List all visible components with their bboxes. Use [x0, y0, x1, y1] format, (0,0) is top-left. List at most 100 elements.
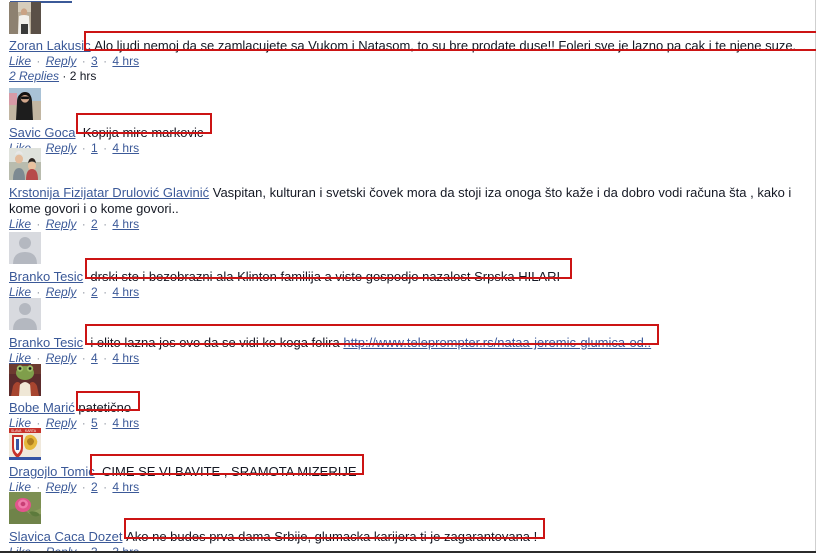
- comment-line: Savic Goca Kopija mire markovic: [9, 125, 816, 141]
- avatar[interactable]: [9, 88, 41, 120]
- author-name[interactable]: Zoran Lakusic: [9, 38, 91, 53]
- timestamp[interactable]: 4 hrs: [112, 416, 139, 430]
- comment-body: Branko Tesic i elito lazna jos ovo da se…: [9, 335, 816, 366]
- comment-text: Kopija mire markovic: [82, 125, 204, 140]
- comment-line: Branko Tesic i elito lazna jos ovo da se…: [9, 335, 816, 351]
- like-button[interactable]: Like: [9, 54, 31, 68]
- comment-text: Ako ne budes prva dama Srbije, glumacka …: [126, 529, 538, 544]
- svg-text:KARTA: KARTA: [25, 429, 37, 433]
- separator: ·: [99, 480, 111, 494]
- reply-button[interactable]: Reply: [46, 480, 77, 494]
- avatar[interactable]: [9, 232, 41, 264]
- reply-button[interactable]: Reply: [46, 54, 77, 68]
- separator: ·: [78, 217, 90, 231]
- separator: ·: [78, 141, 90, 155]
- reply-button[interactable]: Reply: [46, 285, 77, 299]
- photo-coat-of-arms-icon: SLAVA KARTA: [9, 428, 41, 460]
- photo-couple-outdoors-icon: [9, 148, 41, 180]
- comment-actions: Like · Reply · 2 · 4 hrs: [9, 480, 816, 495]
- photo-woman-sunglasses-icon: [9, 88, 41, 120]
- like-button[interactable]: Like: [9, 351, 31, 365]
- like-count[interactable]: 4: [91, 351, 98, 365]
- replies-link[interactable]: 2 Replies: [9, 69, 59, 83]
- author-name[interactable]: Dragojlo Tomic: [9, 464, 95, 479]
- like-button[interactable]: Like: [9, 217, 31, 231]
- separator: ·: [59, 69, 70, 83]
- reply-button[interactable]: Reply: [46, 351, 77, 365]
- like-count[interactable]: 2: [91, 285, 98, 299]
- timestamp[interactable]: 4 hrs: [112, 54, 139, 68]
- author-name[interactable]: Branko Tesic: [9, 335, 83, 350]
- photo-pink-flower-icon: [9, 492, 41, 524]
- separator: ·: [99, 217, 111, 231]
- like-count[interactable]: 5: [91, 416, 98, 430]
- timestamp[interactable]: 4 hrs: [112, 480, 139, 494]
- comment-body: Zoran Lakusic Alo ljudi nemoj da se zaml…: [9, 38, 816, 84]
- comment-body: Bobe Marić patetično Like · Reply · 5 · …: [9, 400, 816, 431]
- comment-actions: Like · Reply · 4 · 4 hrs: [9, 351, 816, 366]
- author-name[interactable]: Krstonija Fizijatar Drulović Glavinić: [9, 185, 209, 200]
- comment-body: Slavica Caca Dozet Ako ne budes prva dam…: [9, 529, 816, 553]
- separator: ·: [99, 285, 111, 299]
- comment-line: Slavica Caca Dozet Ako ne budes prva dam…: [9, 529, 816, 545]
- avatar[interactable]: [9, 364, 41, 396]
- avatar[interactable]: SLAVA KARTA: [9, 428, 41, 460]
- comment-line: Bobe Marić patetično: [9, 400, 816, 416]
- comment-line: Zoran Lakusic Alo ljudi nemoj da se zaml…: [9, 38, 816, 54]
- separator: ·: [78, 54, 90, 68]
- author-name[interactable]: Slavica Caca Dozet: [9, 529, 122, 544]
- separator: ·: [33, 351, 44, 365]
- separator: ·: [33, 217, 44, 231]
- comment-text: i elito lazna jos ovo da se vidi ko koga…: [90, 335, 652, 350]
- separator: ·: [99, 54, 111, 68]
- like-count[interactable]: 1: [91, 141, 98, 155]
- author-name[interactable]: Bobe Marić: [9, 400, 75, 415]
- timestamp[interactable]: 4 hrs: [112, 141, 139, 155]
- comments-page: Zoran Lakusic Alo ljudi nemoj da se zaml…: [0, 0, 816, 553]
- separator: ·: [78, 416, 90, 430]
- comment-body: Savic Goca Kopija mire markovic Like · R…: [9, 125, 816, 156]
- comment-text: patetično: [78, 400, 132, 415]
- replies-timestamp[interactable]: 2 hrs: [70, 69, 97, 83]
- like-count[interactable]: 2: [91, 480, 98, 494]
- svg-text:SLAVA: SLAVA: [11, 429, 22, 433]
- replies-row: 2 Replies · 2 hrs: [9, 69, 816, 84]
- avatar[interactable]: [9, 298, 41, 330]
- comment-line: Krstonija Fizijatar Drulović Glavinić Va…: [9, 185, 815, 217]
- comment-url-link[interactable]: http://www.teleprompter.rs/nataa-jeremic…: [343, 335, 651, 350]
- default-silhouette-icon: [9, 232, 41, 264]
- photo-man-standing-icon: [9, 2, 41, 34]
- avatar[interactable]: [9, 492, 41, 524]
- timestamp[interactable]: 4 hrs: [112, 351, 139, 365]
- avatar[interactable]: [9, 2, 41, 34]
- author-name[interactable]: Branko Tesic: [9, 269, 83, 284]
- separator: ·: [99, 416, 111, 430]
- timestamp[interactable]: 4 hrs: [112, 285, 139, 299]
- comment-body: Krstonija Fizijatar Drulović Glavinić Va…: [9, 185, 815, 232]
- like-button[interactable]: Like: [9, 285, 31, 299]
- like-count[interactable]: 2: [91, 217, 98, 231]
- separator: ·: [33, 54, 44, 68]
- avatar[interactable]: [9, 148, 41, 180]
- reply-button[interactable]: Reply: [46, 141, 77, 155]
- reply-button[interactable]: Reply: [46, 416, 77, 430]
- comment-text: CIME SE VI BAVITE , SRAMOTA MIZERIJE: [101, 464, 357, 479]
- photo-frog-cartoon-icon: [9, 364, 41, 396]
- comment-body: Branko Tesic drski ste i bezobrazni ala …: [9, 269, 816, 300]
- default-silhouette-icon: [9, 298, 41, 330]
- timestamp[interactable]: 4 hrs: [112, 217, 139, 231]
- comment-actions: Like · Reply · 1 · 4 hrs: [9, 141, 816, 156]
- comment-body: Dragojlo Tomic CIME SE VI BAVITE , SRAMO…: [9, 464, 816, 495]
- reply-button[interactable]: Reply: [46, 217, 77, 231]
- separator: ·: [33, 285, 44, 299]
- separator: ·: [99, 141, 111, 155]
- comment-actions: Like · Reply · 5 · 4 hrs: [9, 416, 816, 431]
- comment-actions: Like · Reply · 3 · 4 hrs: [9, 54, 816, 69]
- comment-text: drski ste i bezobrazni ala Klinton famil…: [90, 269, 561, 284]
- author-name[interactable]: Savic Goca: [9, 125, 75, 140]
- comment-actions: Like · Reply · 2 · 4 hrs: [9, 285, 816, 300]
- comment-line: Dragojlo Tomic CIME SE VI BAVITE , SRAMO…: [9, 464, 816, 480]
- comment-line: Branko Tesic drski ste i bezobrazni ala …: [9, 269, 816, 285]
- like-count[interactable]: 3: [91, 54, 98, 68]
- separator: ·: [99, 351, 111, 365]
